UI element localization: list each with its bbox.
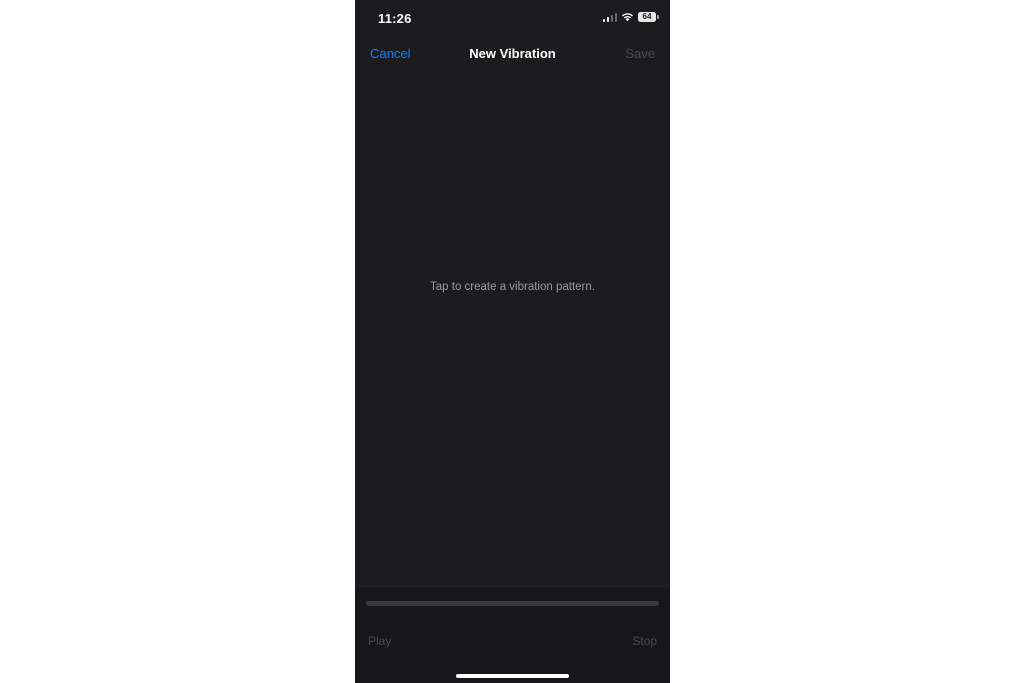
navigation-bar: Cancel New Vibration Save — [355, 36, 670, 72]
cellular-signal-icon — [602, 12, 617, 22]
status-bar: 11:26 64 — [355, 0, 670, 36]
stop-button[interactable]: Stop — [632, 634, 657, 648]
play-button[interactable]: Play — [368, 634, 391, 648]
page-title: New Vibration — [469, 46, 556, 61]
phone-screen: 11:26 64 Cancel New Vibration Save Tap t… — [355, 0, 670, 683]
status-time: 11:26 — [378, 11, 412, 26]
battery-icon: 64 — [638, 12, 659, 22]
wifi-icon — [622, 13, 633, 22]
status-icons: 64 — [602, 12, 659, 22]
pattern-timeline-bar — [366, 601, 659, 606]
playback-controls: Play Stop — [355, 586, 670, 683]
tap-hint-text: Tap to create a vibration pattern. — [430, 281, 595, 293]
save-button[interactable]: Save — [625, 46, 655, 61]
home-indicator[interactable] — [456, 674, 569, 678]
vibration-tap-area[interactable]: Tap to create a vibration pattern. — [355, 72, 670, 586]
